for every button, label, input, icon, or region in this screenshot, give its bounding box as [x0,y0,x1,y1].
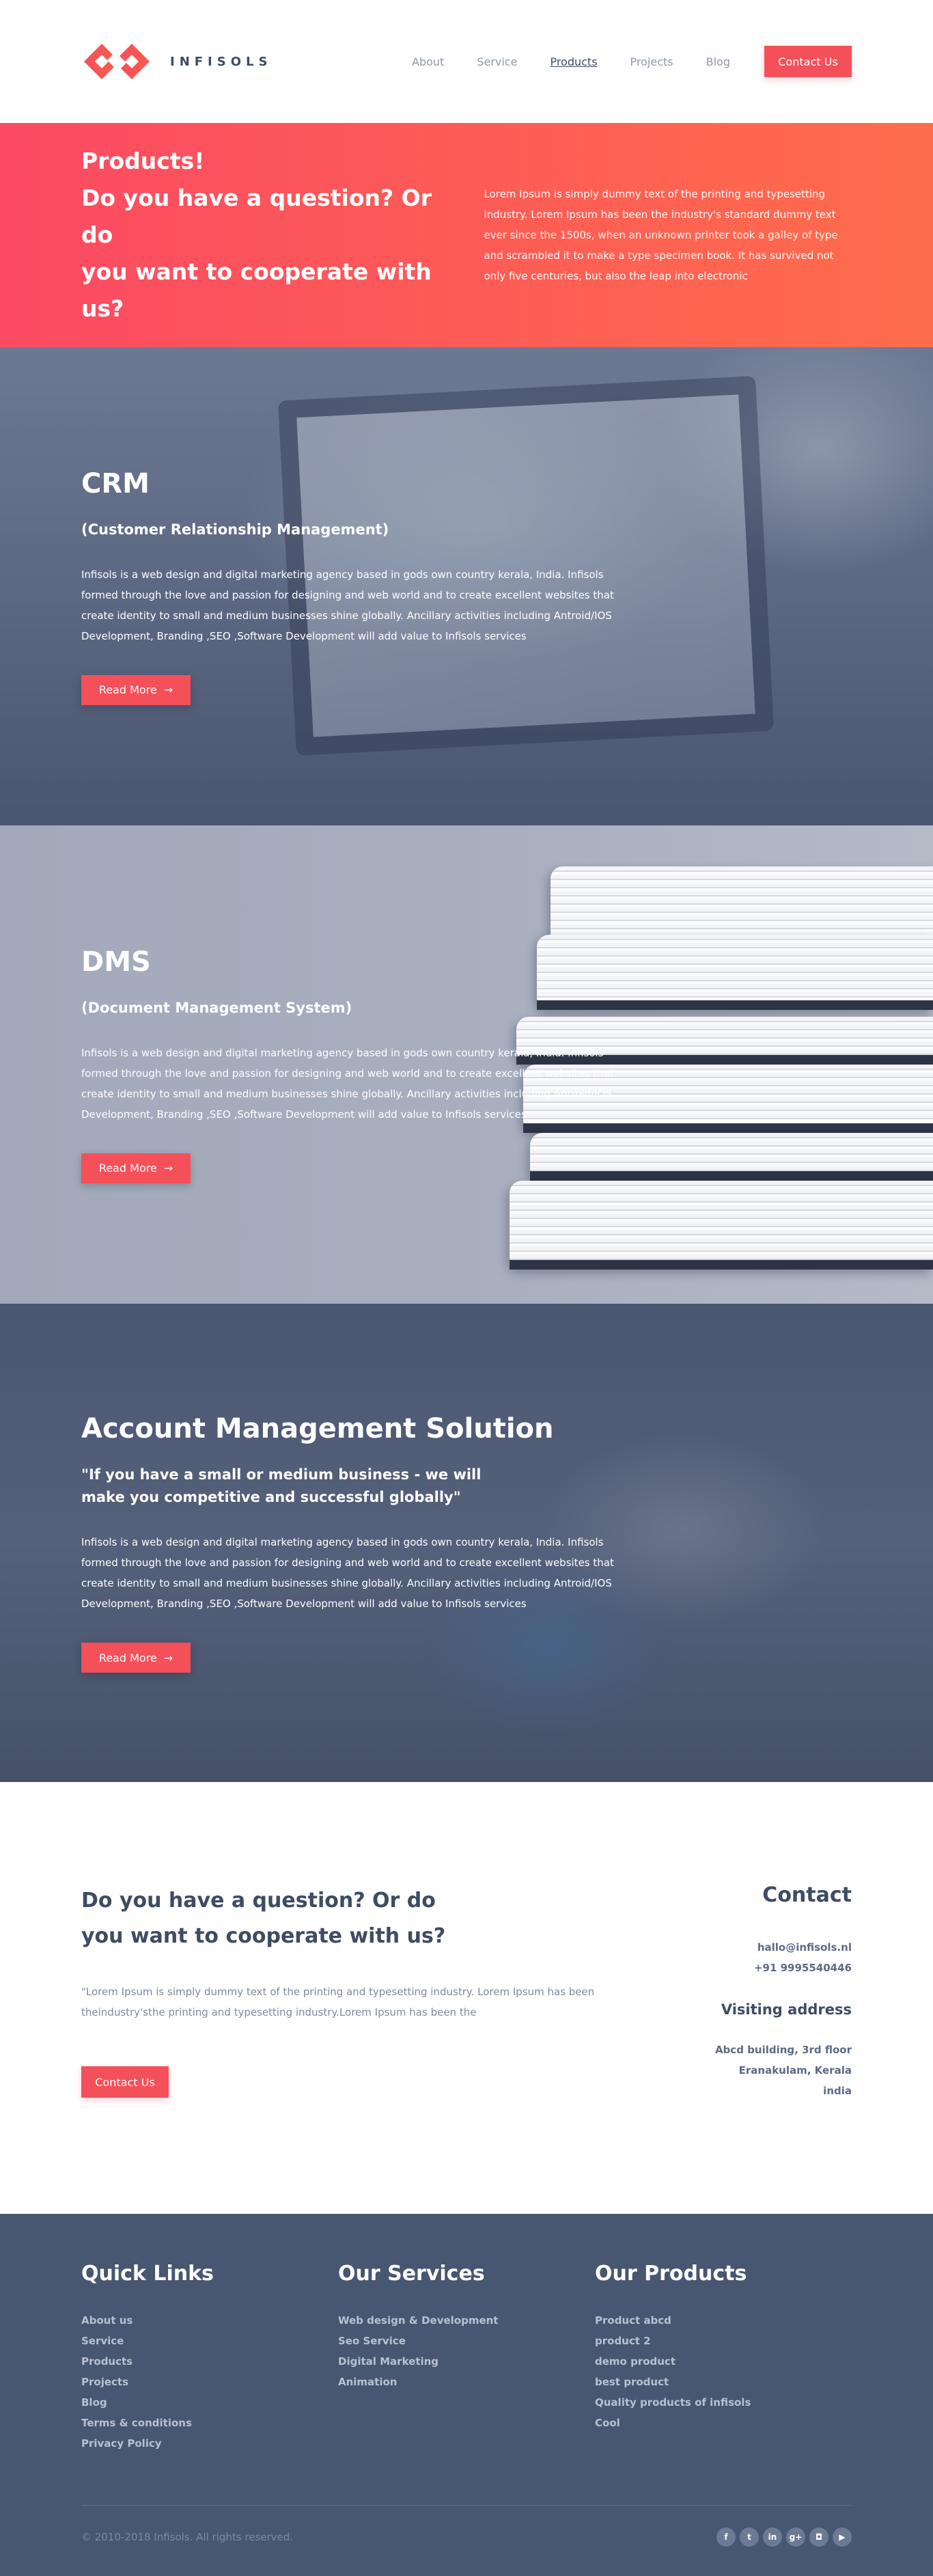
copyright-text: © 2010-2018 Infisols. All rights reserve… [81,2531,294,2543]
footer-link[interactable]: product 2 [595,2331,852,2351]
product-description: Infisols is a web design and digital mar… [81,1046,614,1121]
twitter-icon[interactable]: t [740,2527,759,2547]
footer-link[interactable]: Product abcd [595,2310,852,2331]
site-footer: Quick Links About us Service Products Pr… [0,2214,933,2576]
facebook-icon[interactable]: f [716,2527,736,2547]
product-subtitle: (Document Management System) [81,999,352,1016]
instagram-icon[interactable]: ◘ [809,2527,828,2547]
nav-about[interactable]: About [412,55,444,68]
question-title-line2: you want to cooperate with us? [81,1924,446,1948]
product-description: Infisols is a web design and digital mar… [81,568,614,642]
footer-column-title: Quick Links [81,2262,214,2286]
read-more-button[interactable]: Read More → [81,674,191,705]
footer-quick-links: Quick Links About us Service Products Pr… [81,2262,338,2454]
linkedin-icon[interactable]: in [763,2527,782,2547]
nav-projects[interactable]: Projects [630,55,673,68]
footer-link[interactable]: Animation [338,2372,595,2392]
read-more-button[interactable]: Read More → [81,1643,191,1673]
question-contact-button[interactable]: Contact Us [81,2066,169,2098]
address-line: india [823,2085,852,2097]
hero-title-line1: Products! [81,148,205,174]
read-more-button[interactable]: Read More → [81,1153,191,1183]
read-more-label: Read More [98,1162,157,1175]
question-text: "Lorem Ipsum is simply dummy text of the… [81,1986,595,2018]
arrow-right-icon: → [163,1162,173,1175]
footer-services: Our Services Web design & Development Se… [338,2262,595,2454]
main-nav: About Service Products Projects Blog Con… [379,46,852,77]
footer-link[interactable]: Quality products of infisols [595,2392,852,2413]
footer-link[interactable]: Seo Service [338,2331,595,2351]
contact-info: Contact hallo@infisols.nl +91 9995540446… [606,1883,852,2214]
social-links: f t in g+ ◘ ▶ [716,2527,852,2547]
footer-bottom-bar: © 2010-2018 Infisols. All rights reserve… [81,2505,852,2547]
visiting-address-title: Visiting address [721,2001,852,2018]
footer-link[interactable]: demo product [595,2351,852,2372]
product-subtitle: (Customer Relationship Management) [81,521,389,538]
footer-column-title: Our Products [595,2262,747,2286]
footer-link[interactable]: Cool [595,2413,852,2433]
footer-link[interactable]: Privacy Policy [81,2433,338,2454]
hero-banner: Products! Do you have a question? Or do … [0,123,933,347]
product-description: Infisols is a web design and digital mar… [81,1536,614,1610]
contact-email[interactable]: hallo@infisols.nl [606,1937,852,1958]
header-contact-button[interactable]: Contact Us [764,46,852,77]
infisols-logo-icon [84,44,150,79]
footer-link[interactable]: best product [595,2372,852,2392]
hero-title-line2: Do you have a question? Or do [81,184,432,248]
contact-phone: +91 9995540446 [753,1962,852,1974]
nav-blog[interactable]: Blog [706,55,730,68]
footer-link[interactable]: Digital Marketing [338,2351,595,2372]
brand-name: INFISOLS [170,54,273,69]
product-subtitle-line2: make you competitive and successful glob… [81,1489,461,1505]
address-line: Abcd building, 3rd floor [714,2044,852,2056]
footer-link[interactable]: Blog [81,2392,338,2413]
footer-link[interactable]: Projects [81,2372,338,2392]
hero-heading: Products! Do you have a question? Or do … [81,143,469,327]
address-line: Eranakulam, Kerala [738,2064,852,2077]
hero-text: Lorem Ipsum is simply dummy text of the … [484,188,838,282]
hero-title-line3: you want to cooperate with us? [81,258,432,322]
product-dms: DMS (Document Management System) Infisol… [0,825,933,1304]
footer-column-title: Our Services [338,2262,485,2286]
question-title: Do you have a question? Or do you want t… [81,1883,600,1954]
product-account-management: Account Management Solution "If you have… [0,1304,933,1782]
google-plus-icon[interactable]: g+ [786,2527,805,2547]
product-crm: CRM (Customer Relationship Management) I… [0,347,933,825]
product-title: DMS [81,946,151,978]
youtube-icon[interactable]: ▶ [833,2527,852,2547]
footer-link[interactable]: About us [81,2310,338,2331]
product-title: Account Management Solution [81,1413,554,1444]
product-subtitle-line1: "If you have a small or medium business … [81,1466,482,1483]
footer-link[interactable]: Service [81,2331,338,2351]
product-subtitle: "If you have a small or medium business … [81,1464,628,1509]
arrow-right-icon: → [163,683,173,696]
footer-link[interactable]: Products [81,2351,338,2372]
footer-link[interactable]: Terms & conditions [81,2413,338,2433]
nav-service[interactable]: Service [477,55,517,68]
logo[interactable]: INFISOLS [81,41,272,82]
footer-products: Our Products Product abcd product 2 demo… [595,2262,852,2454]
read-more-label: Read More [98,683,157,696]
question-title-line1: Do you have a question? Or do [81,1889,436,1913]
nav-products[interactable]: Products [550,55,597,68]
arrow-right-icon: → [163,1651,173,1664]
product-title: CRM [81,467,150,499]
question-section: Do you have a question? Or do you want t… [0,1782,933,2214]
read-more-label: Read More [98,1651,157,1664]
site-header: INFISOLS About Service Products Projects… [0,0,933,123]
footer-link[interactable]: Web design & Development [338,2310,595,2331]
contact-title: Contact [762,1883,852,1907]
